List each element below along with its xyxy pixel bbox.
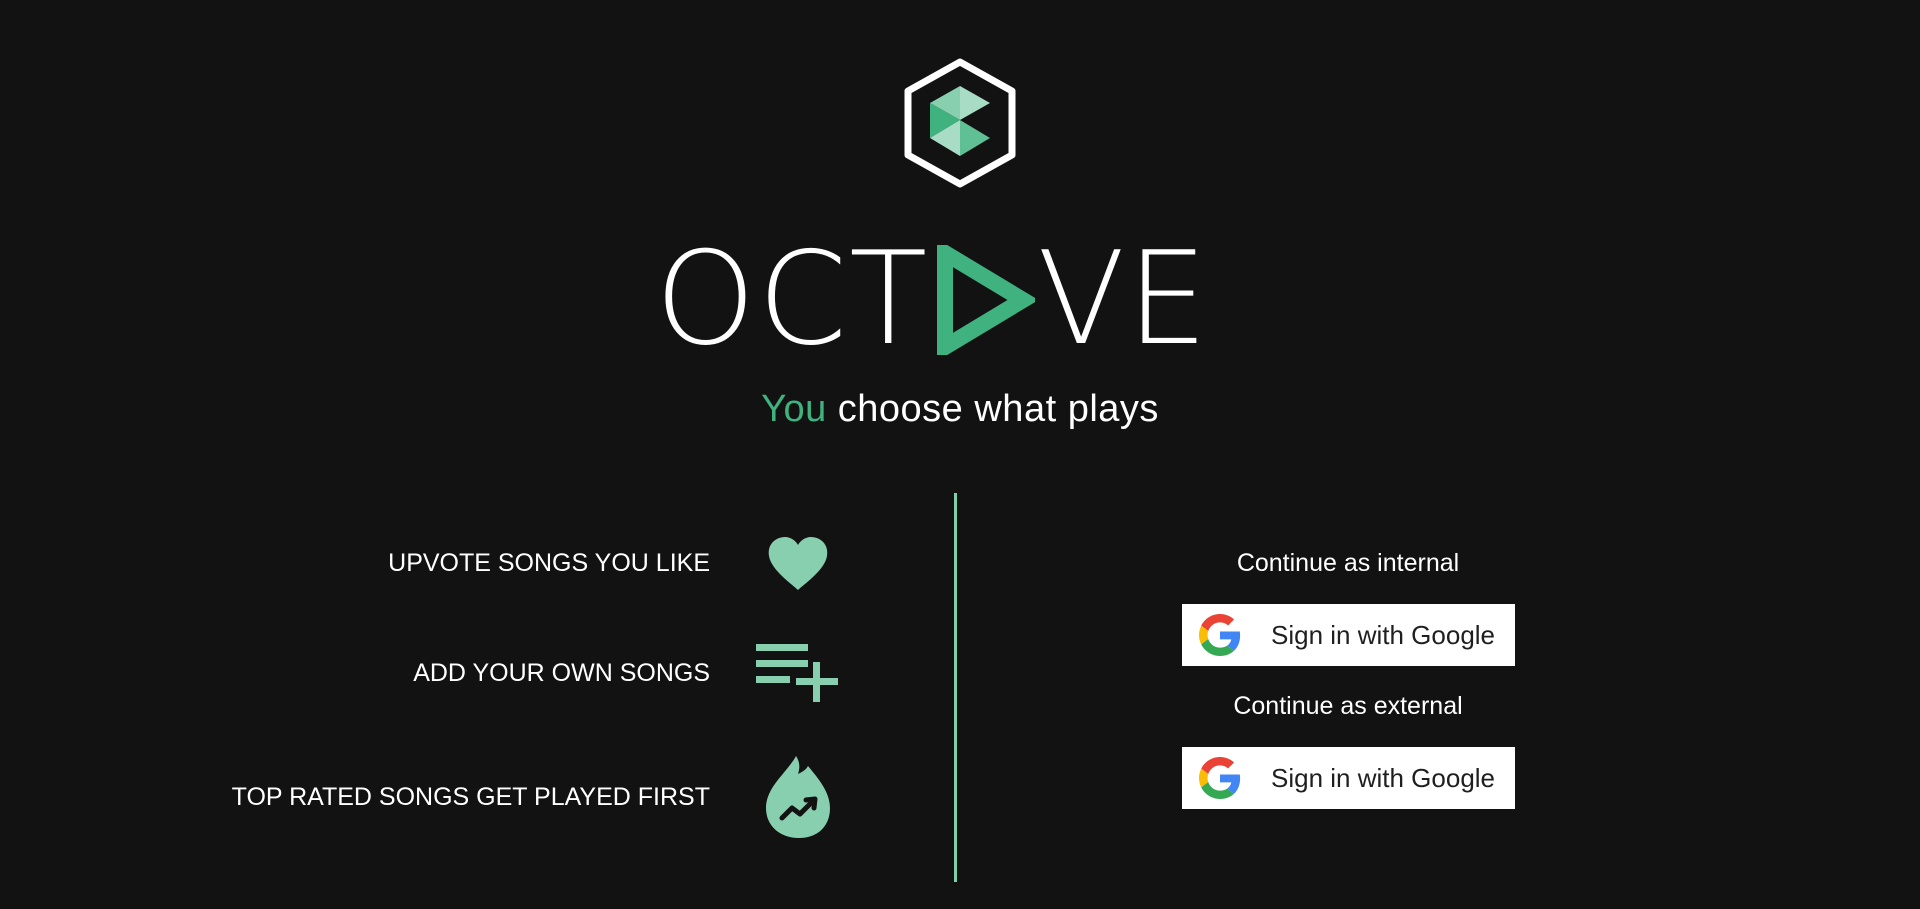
tagline-accent: You xyxy=(761,388,827,430)
feature-top-rated-label: TOP RATED SONGS GET PLAYED FIRST xyxy=(231,783,710,811)
heart-icon xyxy=(768,537,828,590)
feature-add-songs-label: ADD YOUR OWN SONGS xyxy=(413,659,710,687)
hexagon-logo-icon xyxy=(904,58,1016,188)
google-button-label: Sign in with Google xyxy=(1271,619,1496,650)
feature-upvote-label: UPVOTE SONGS YOU LIKE xyxy=(388,549,710,577)
wordmark-right: VE xyxy=(1037,225,1210,374)
octave-wordmark: OCT VE xyxy=(655,236,1265,364)
wordmark-left: OCT xyxy=(655,225,930,374)
landing-page: OCT VE You choose what plays UPVOTE SONG… xyxy=(0,0,1920,909)
tagline-rest: choose what plays xyxy=(826,388,1159,430)
trending-flame-icon xyxy=(766,756,830,838)
google-button-label: Sign in with Google xyxy=(1271,762,1496,793)
column-divider xyxy=(954,493,957,882)
playlist-add-icon xyxy=(756,644,838,702)
tagline: You choose what plays xyxy=(0,388,1920,431)
google-logo-icon xyxy=(1199,757,1241,799)
google-logo-icon xyxy=(1199,614,1241,656)
continue-external-label: Continue as external xyxy=(1233,692,1463,720)
continue-internal-label: Continue as internal xyxy=(1236,549,1460,577)
google-sign-in-internal-button[interactable]: Sign in with Google xyxy=(1182,604,1515,666)
google-sign-in-external-button[interactable]: Sign in with Google xyxy=(1182,747,1515,809)
play-triangle-icon xyxy=(937,245,1036,355)
